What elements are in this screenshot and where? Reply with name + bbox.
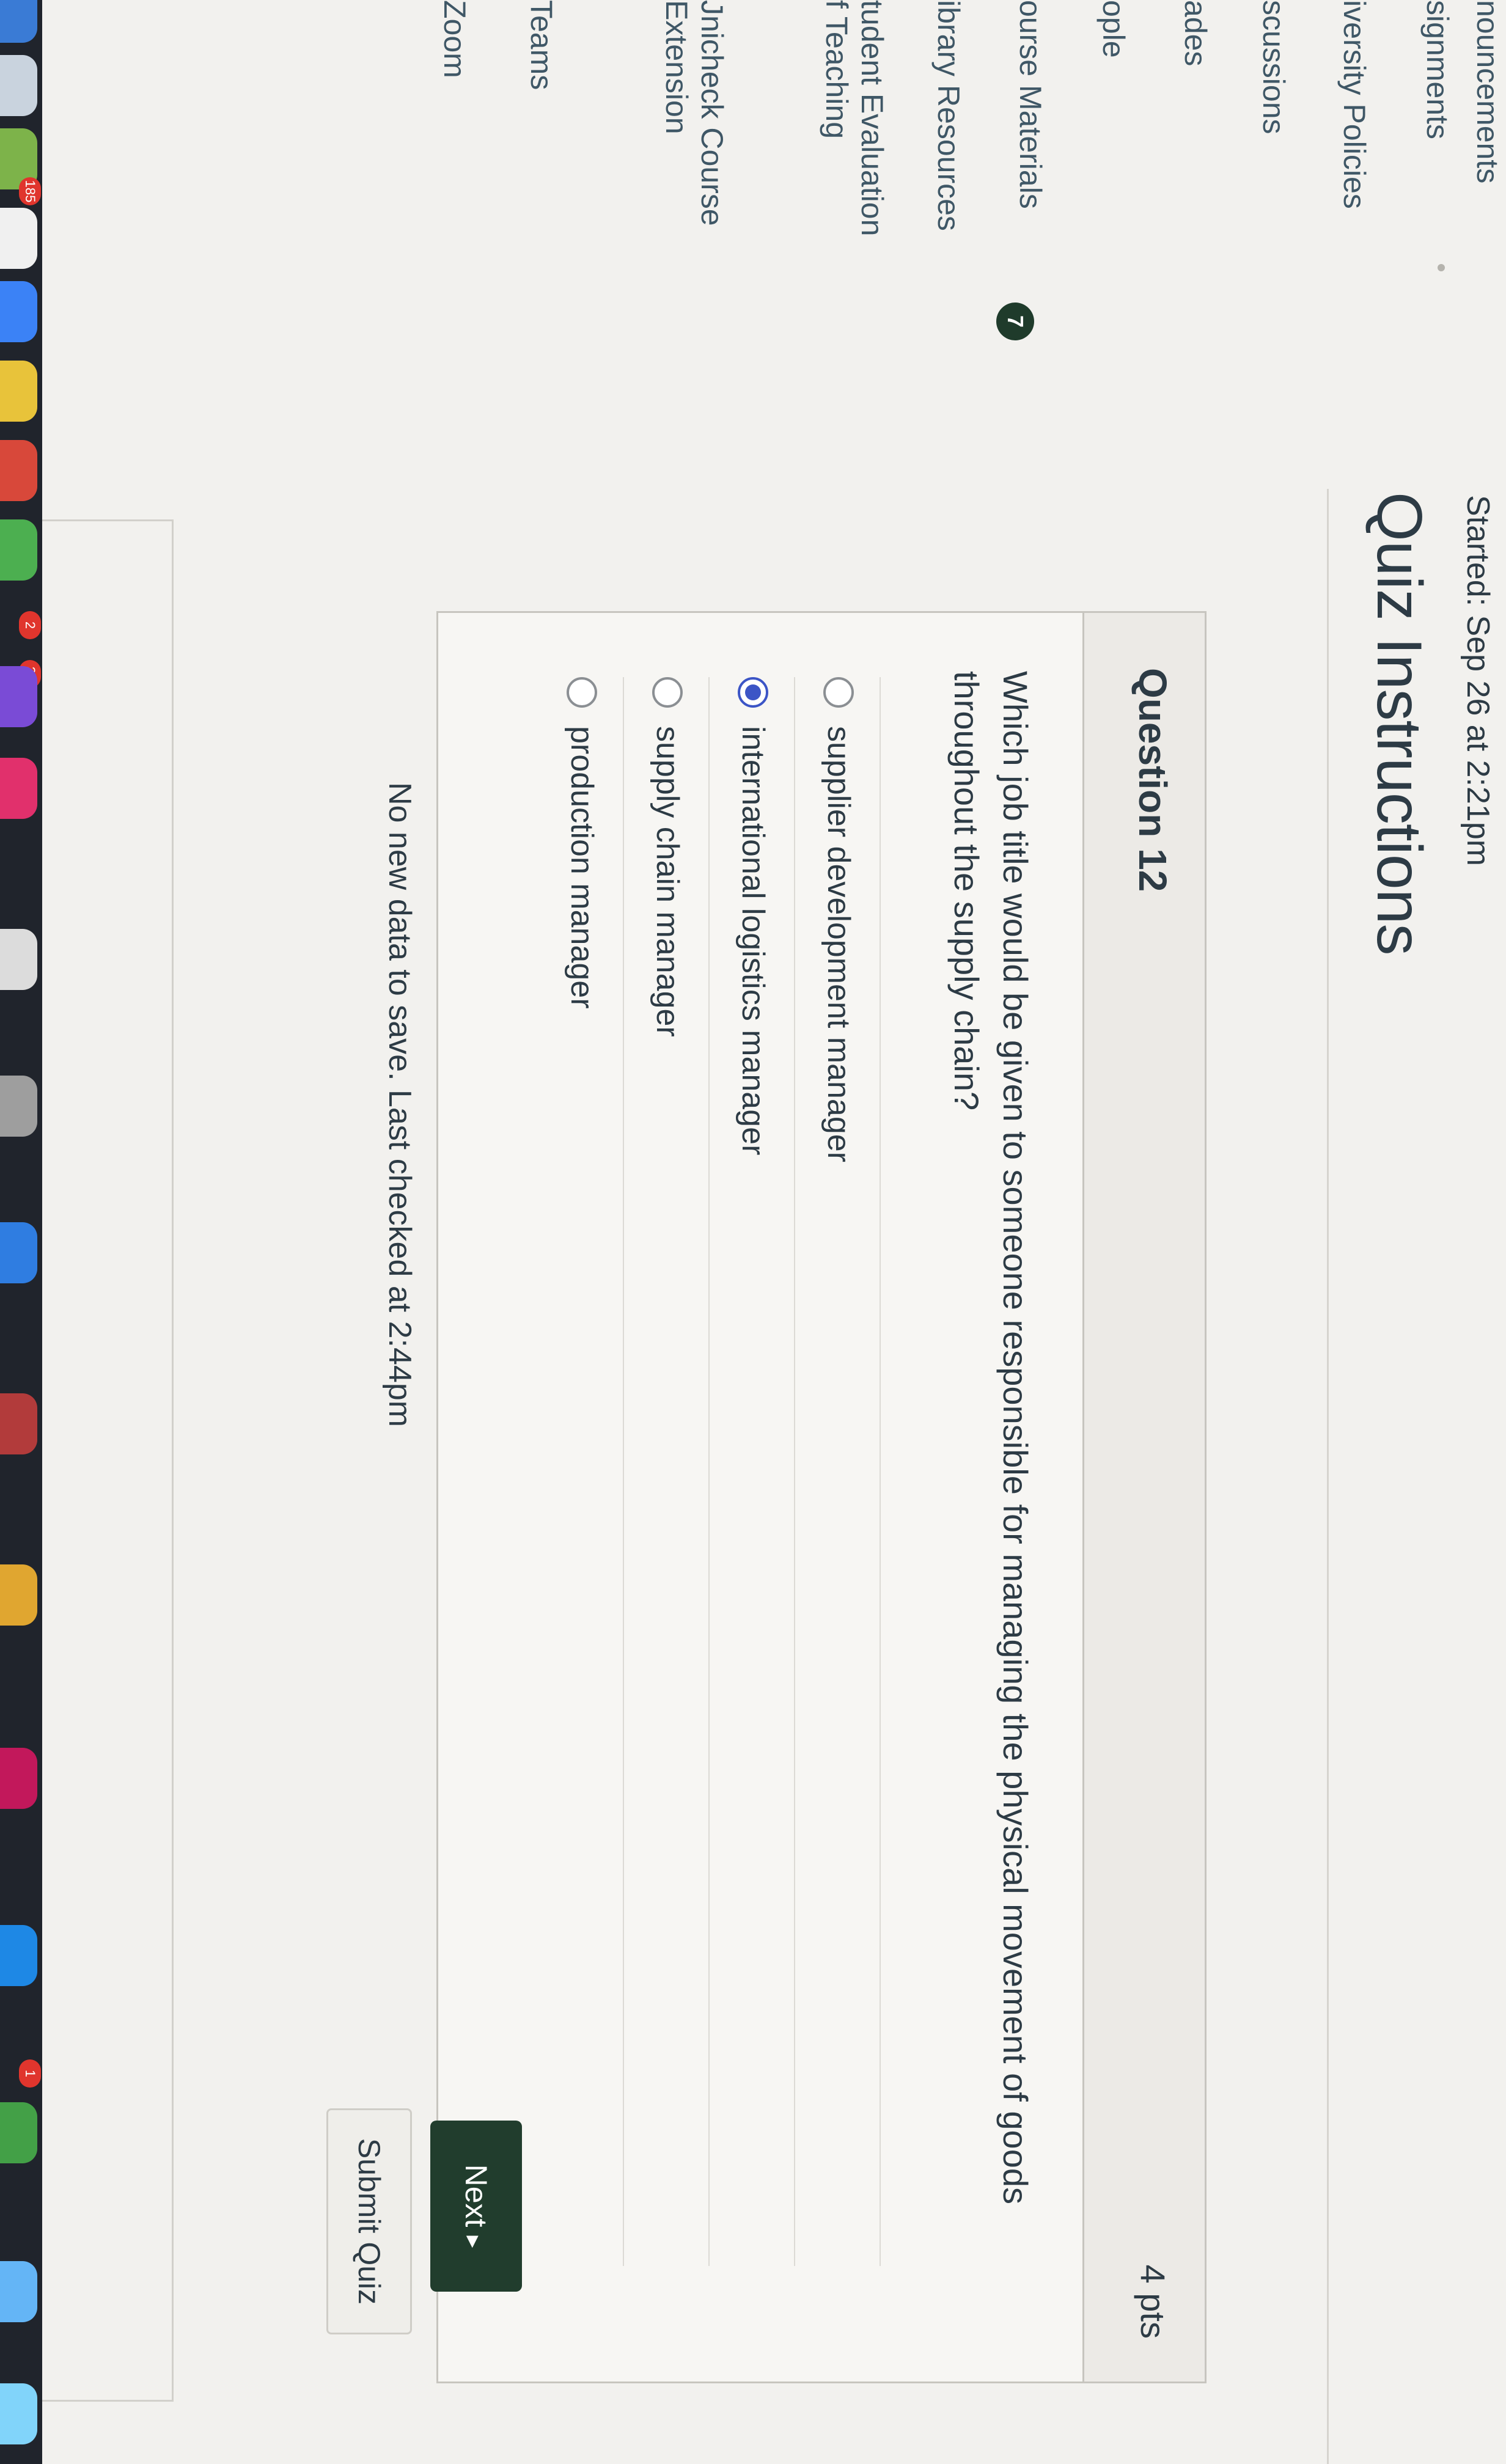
answer-label: international logistics manager [735,726,771,1156]
answer-option[interactable]: supplier development manager [795,677,881,2266]
launchpad-app-icon[interactable] [0,55,37,116]
answer-option[interactable]: supply chain manager [624,677,710,2266]
finder-app-icon[interactable] [0,0,37,43]
grades-count-badge: 7 [996,302,1034,340]
dock-badge: 1 [19,2059,41,2088]
downloads-folder-icon[interactable] [0,2261,37,2322]
browser-screen: nouncements signments iversity Policies … [0,0,1506,2464]
chrome-app-icon[interactable] [0,208,37,269]
dock-badge: 2 [19,611,41,639]
nav-item-unicheck-course-extension[interactable]: Jnicheck Course Extension [659,0,730,226]
answer-label: supply chain manager [650,726,685,1037]
page-title: Quiz Instructions [1364,492,1434,955]
nav-item-people[interactable]: ople [1095,0,1132,58]
question-card: Question 12 4 pts Which job title would … [436,611,1207,2383]
autosave-status: No new data to save. Last checked at 2:4… [382,782,417,1428]
macos-dock: 185 2 37 1 [0,0,42,2464]
podcasts-app-icon[interactable] [0,666,37,727]
question-points: 4 pts [1134,2264,1172,2339]
screenshot-stage: nouncements signments iversity Policies … [0,0,1506,2464]
app-store-app-icon[interactable] [0,758,37,819]
answer-label: supplier development manager [821,726,856,1162]
nav-item-label-line1: Jnicheck Course [695,0,729,226]
nav-item-discussions[interactable]: scussions [1255,0,1292,134]
nav-item-zoom[interactable]: Zoom [436,0,473,78]
dock-badge: 185 [19,177,41,205]
nav-item-label-line2: f Teaching [820,0,854,139]
safari-app-icon[interactable] [0,1925,37,1986]
nav-item-label-line1: tudent Evaluation [855,0,889,237]
calendar-app-icon[interactable] [0,440,37,501]
next-button[interactable]: Next ▶ [430,2121,522,2292]
trash-icon[interactable] [0,2383,37,2444]
next-button-label: Next [459,2164,493,2228]
radio-button[interactable] [823,677,854,708]
question-number: Question 12 [1131,668,1175,892]
nav-item-assignments[interactable]: signments [1419,0,1456,139]
question-header: Question 12 4 pts [1082,613,1205,2382]
facetime-app-icon[interactable] [0,519,37,581]
radio-button[interactable] [652,677,683,708]
nav-item-announcements[interactable]: nouncements [1469,0,1506,183]
quiz-started-time: Started: Sep 26 at 2:21pm [1460,495,1496,867]
nav-item-student-evaluation[interactable]: tudent Evaluation f Teaching [819,0,890,236]
answer-option[interactable]: international logistics manager [710,677,795,2266]
course-navigation: nouncements signments iversity Policies … [0,0,1506,342]
powerpoint-app-icon[interactable] [0,1393,37,1454]
answer-label: production manager [564,726,600,1009]
mail-app-icon[interactable] [0,281,37,342]
nav-item-teams[interactable]: Teams [523,0,560,90]
nav-item-grades[interactable]: ades [1177,0,1214,66]
title-divider [1327,489,1329,2464]
photos-app-icon[interactable] [0,929,37,990]
answer-option[interactable]: production manager [538,677,624,2266]
word-app-icon[interactable] [0,1222,37,1283]
music-app-icon[interactable] [0,1564,37,1626]
nav-unread-dot [1438,264,1445,271]
spotify-app-icon[interactable] [0,2102,37,2163]
caret-right-icon: ▶ [465,2235,483,2248]
itunes-app-icon[interactable] [0,1748,37,1809]
question-text: Which job title would be given to someon… [947,671,1035,2204]
radio-button[interactable] [567,677,597,708]
nav-item-label-line2: Extension [659,0,694,134]
submit-quiz-button[interactable]: Submit Quiz [326,2108,412,2334]
settings-app-icon[interactable] [0,1076,37,1137]
nav-item-course-materials[interactable]: ourse Materials [1012,0,1049,209]
radio-button-selected[interactable] [738,677,768,708]
nav-item-library-resources[interactable]: ibrary Resources [930,0,967,231]
notes-app-icon[interactable] [0,361,37,422]
nav-item-university-policies[interactable]: iversity Policies [1336,0,1373,209]
